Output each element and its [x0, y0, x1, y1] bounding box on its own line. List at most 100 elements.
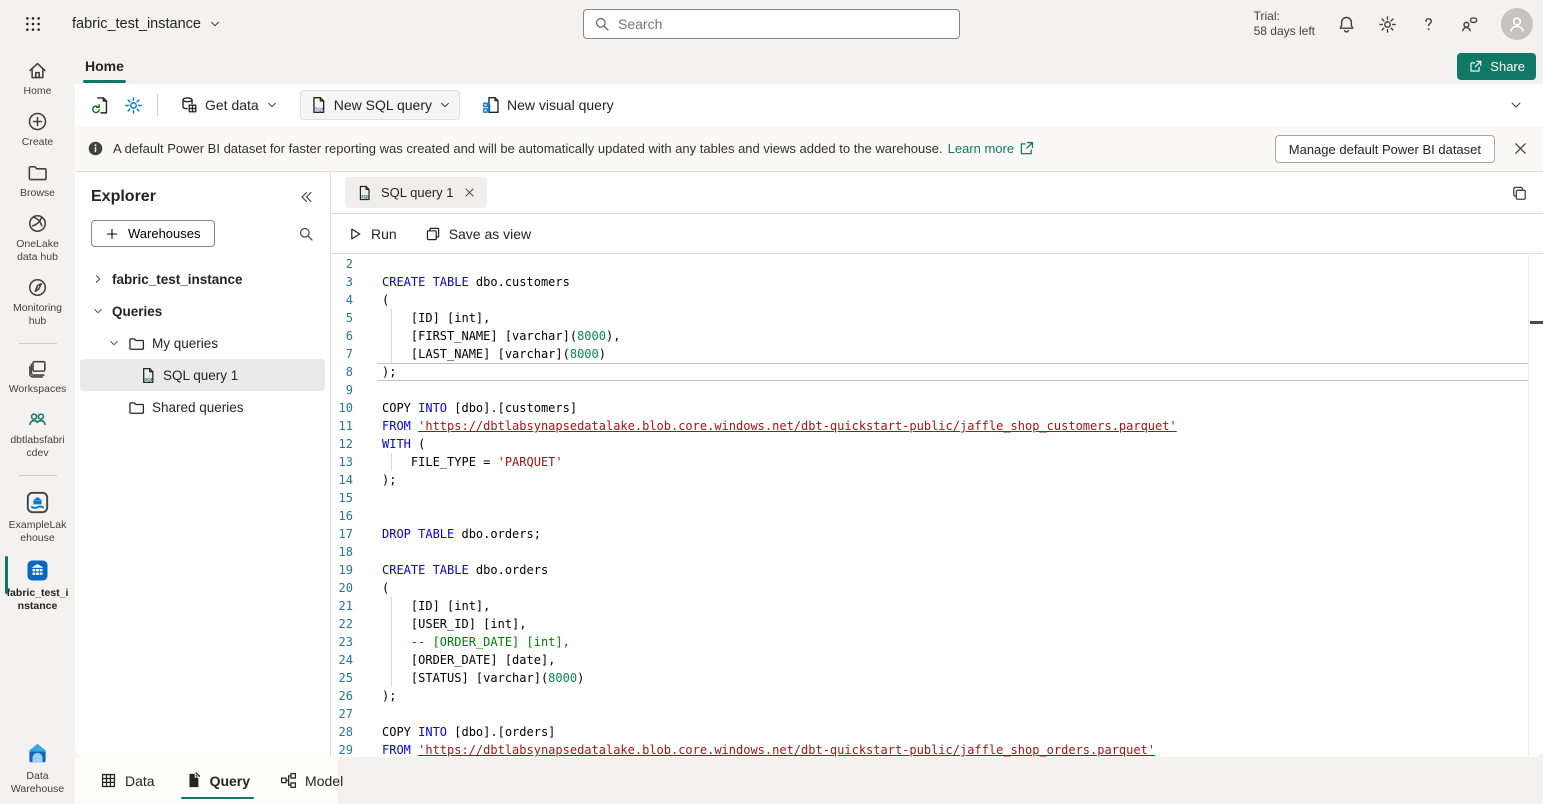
avatar[interactable]: [1501, 8, 1533, 40]
banner-close-icon[interactable]: [1512, 140, 1529, 157]
new-sql-query-button[interactable]: SQL New SQL query: [300, 90, 460, 120]
save-as-view-button[interactable]: Save as view: [425, 226, 531, 242]
waffle-menu-icon[interactable]: [24, 15, 42, 33]
tree-item-label: My queries: [152, 336, 218, 351]
query-tab[interactable]: SQL SQL query 1: [345, 177, 487, 208]
code-line[interactable]: 25 [STATUS] [varchar](8000): [331, 669, 1543, 687]
code-line[interactable]: 21 [ID] [int],: [331, 597, 1543, 615]
code-line[interactable]: 8);: [331, 363, 1543, 381]
info-icon: [87, 140, 104, 157]
code-line[interactable]: 27: [331, 705, 1543, 723]
person-icon: [1507, 14, 1527, 34]
scrollbar-marker[interactable]: [1530, 321, 1543, 324]
line-number: 25: [331, 669, 353, 687]
code-line[interactable]: 7 [LAST_NAME] [varchar](8000): [331, 345, 1543, 363]
line-number: 17: [331, 525, 353, 543]
code-text: FROM 'https://dbtlabsynapsedatalake.blob…: [353, 417, 1177, 435]
rail-item-examplelakehouse[interactable]: ExampleLakehouse: [0, 490, 75, 545]
code-line[interactable]: 12WITH (: [331, 435, 1543, 453]
settings-gear-icon[interactable]: [1378, 15, 1397, 34]
view-tab-data[interactable]: Data: [100, 757, 155, 804]
sql-code-area[interactable]: 23CREATE TABLE dbo.customers4(5 [ID] [in…: [331, 255, 1543, 757]
view-tab-model[interactable]: Model: [280, 757, 343, 804]
help-icon[interactable]: [1419, 15, 1438, 34]
code-text: [ID] [int],: [353, 597, 490, 615]
learn-more-link[interactable]: Learn more: [948, 140, 1035, 157]
global-search[interactable]: [583, 9, 960, 39]
workspace-switcher[interactable]: fabric_test_instance: [72, 16, 221, 32]
warehouse-settings-icon[interactable]: [124, 96, 143, 115]
onelake-icon: [27, 213, 48, 234]
rail-item-home[interactable]: Home: [0, 60, 75, 98]
code-line[interactable]: 9: [331, 381, 1543, 399]
code-text: [ID] [int],: [353, 309, 490, 327]
notifications-bell-icon[interactable]: [1337, 15, 1356, 34]
close-tab-icon[interactable]: [463, 186, 476, 199]
chevron-down-icon[interactable]: [91, 305, 105, 317]
code-line[interactable]: 14);: [331, 471, 1543, 489]
refresh-dataset-icon[interactable]: [91, 96, 110, 115]
share-icon: [1468, 59, 1483, 74]
code-line[interactable]: 3CREATE TABLE dbo.customers: [331, 273, 1543, 291]
chevron-right-icon[interactable]: [91, 273, 105, 285]
tree-item-queries[interactable]: Queries: [80, 295, 325, 327]
code-line[interactable]: 29FROM 'https://dbtlabsynapsedatalake.bl…: [331, 741, 1543, 757]
collapse-panel-icon[interactable]: [298, 189, 314, 205]
code-line[interactable]: 22 [USER_ID] [int],: [331, 615, 1543, 633]
code-line[interactable]: 17DROP TABLE dbo.orders;: [331, 525, 1543, 543]
tree-item-fabric-test-instance[interactable]: fabric_test_instance: [80, 263, 325, 295]
folder-icon: [128, 335, 145, 352]
code-line[interactable]: 16: [331, 507, 1543, 525]
code-line[interactable]: 19CREATE TABLE dbo.orders: [331, 561, 1543, 579]
new-visual-query-button[interactable]: New visual query: [474, 91, 622, 119]
view-tab-query[interactable]: Query: [185, 757, 250, 804]
code-line[interactable]: 20(: [331, 579, 1543, 597]
get-data-button[interactable]: Get data: [172, 91, 286, 119]
rail-divider: [19, 475, 57, 476]
rail-item-monitoring-hub[interactable]: Monitoringhub: [0, 277, 75, 328]
add-warehouses-button[interactable]: Warehouses: [91, 220, 215, 247]
feedback-icon[interactable]: [1460, 15, 1479, 34]
search-input[interactable]: [618, 16, 949, 32]
explorer-search-icon[interactable]: [298, 226, 314, 242]
tree-item-my-queries[interactable]: My queries: [80, 327, 325, 359]
tree-item-sql-query-1[interactable]: SQLSQL query 1: [80, 359, 325, 391]
code-line[interactable]: 11FROM 'https://dbtlabsynapsedatalake.bl…: [331, 417, 1543, 435]
code-line[interactable]: 13 FILE_TYPE = 'PARQUET': [331, 453, 1543, 471]
code-line[interactable]: 4(: [331, 291, 1543, 309]
indent-guide: [391, 597, 392, 615]
rail-item-onelake-data-hub[interactable]: OneLakedata hub: [0, 213, 75, 264]
code-line[interactable]: 18: [331, 543, 1543, 561]
code-line[interactable]: 2: [331, 255, 1543, 273]
code-line[interactable]: 24 [ORDER_DATE] [date],: [331, 651, 1543, 669]
code-line[interactable]: 23 -- [ORDER_DATE] [int],: [331, 633, 1543, 651]
folder-icon: [128, 399, 145, 416]
svg-text:SQL: SQL: [144, 376, 154, 381]
rail-item-browse[interactable]: Browse: [0, 162, 75, 200]
code-line[interactable]: 15: [331, 489, 1543, 507]
sql-document-icon: SQL: [356, 185, 372, 201]
rail-item-workspaces[interactable]: Workspaces: [0, 358, 75, 396]
share-button[interactable]: Share: [1457, 53, 1536, 80]
code-line[interactable]: 28COPY INTO [dbo].[orders]: [331, 723, 1543, 741]
code-line[interactable]: 26);: [331, 687, 1543, 705]
rail-item-create[interactable]: Create: [0, 111, 75, 149]
tree-item-label: Shared queries: [152, 400, 244, 415]
tab-home[interactable]: Home: [83, 58, 126, 74]
rail-item-data-warehouse[interactable]: DataWarehouse: [0, 741, 75, 796]
copy-icon[interactable]: [1511, 185, 1528, 202]
code-line[interactable]: 10COPY INTO [dbo].[customers]: [331, 399, 1543, 417]
search-icon: [594, 16, 610, 32]
code-text: COPY INTO [dbo].[customers]: [353, 399, 577, 417]
chevron-down-icon[interactable]: [107, 337, 121, 349]
rail-item-dbtlabsfabricdev[interactable]: dbtlabsfabricdev: [0, 409, 75, 460]
ribbon-collapse-chevron-icon[interactable]: [1509, 98, 1523, 112]
tree-item-label: Queries: [112, 304, 162, 319]
save-as-view-icon: [425, 226, 441, 242]
code-line[interactable]: 5 [ID] [int],: [331, 309, 1543, 327]
run-button[interactable]: Run: [347, 226, 397, 242]
code-line[interactable]: 6 [FIRST_NAME] [varchar](8000),: [331, 327, 1543, 345]
tree-item-shared-queries[interactable]: Shared queries: [80, 391, 325, 423]
rail-item-fabric-test-instance[interactable]: fabric_test_instance: [0, 558, 75, 613]
manage-dataset-button[interactable]: Manage default Power BI dataset: [1275, 135, 1495, 163]
